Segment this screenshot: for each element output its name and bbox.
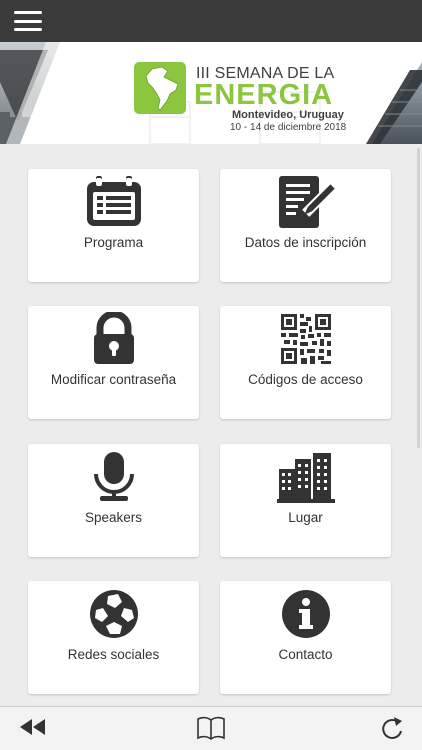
menu-grid: Programa Datos de inscripción Modificar … <box>0 144 422 706</box>
tile-label: Speakers <box>84 510 143 525</box>
calendar-icon <box>84 174 144 230</box>
hamburger-menu-icon[interactable] <box>14 11 42 31</box>
tile-label: Lugar <box>288 510 323 525</box>
banner-location: Montevideo, Uruguay <box>232 109 344 121</box>
form-edit-icon <box>276 174 336 230</box>
buildings-icon <box>276 449 336 505</box>
tile-label: Modificar contraseña <box>50 372 177 387</box>
tile-label: Códigos de acceso <box>248 372 363 387</box>
rewind-back-icon[interactable] <box>20 719 46 740</box>
tile-label: Contacto <box>278 647 333 662</box>
banner-dates: 10 - 14 de diciembre 2018 <box>230 122 347 133</box>
tile-contacto[interactable]: Contacto <box>220 581 391 694</box>
tile-programa[interactable]: Programa <box>28 169 199 282</box>
tile-lugar[interactable]: Lugar <box>220 444 391 557</box>
tile-label: Redes sociales <box>67 647 160 662</box>
microphone-icon <box>84 449 144 505</box>
tile-speakers[interactable]: Speakers <box>28 444 199 557</box>
lock-icon <box>84 311 144 367</box>
qr-code-icon <box>276 311 336 367</box>
tile-modificar-contrasena[interactable]: Modificar contraseña <box>28 306 199 419</box>
tile-label: Programa <box>83 235 144 250</box>
scrollbar[interactable] <box>417 148 420 448</box>
refresh-icon[interactable] <box>380 715 404 746</box>
tile-label: Datos de inscripción <box>244 235 367 250</box>
tile-datos-inscripcion[interactable]: Datos de inscripción <box>220 169 391 282</box>
banner-title-energia: ENERGIA <box>194 79 334 111</box>
info-icon <box>276 586 336 642</box>
tile-codigos-acceso[interactable]: Códigos de acceso <box>220 306 391 419</box>
top-app-bar <box>0 0 422 42</box>
social-ball-icon <box>84 586 144 642</box>
bottom-toolbar <box>0 706 422 750</box>
tile-redes-sociales[interactable]: Redes sociales <box>28 581 199 694</box>
event-banner: III SEMANA DE LA ENERGIA Montevideo, Uru… <box>0 42 422 144</box>
book-icon[interactable] <box>197 715 225 746</box>
